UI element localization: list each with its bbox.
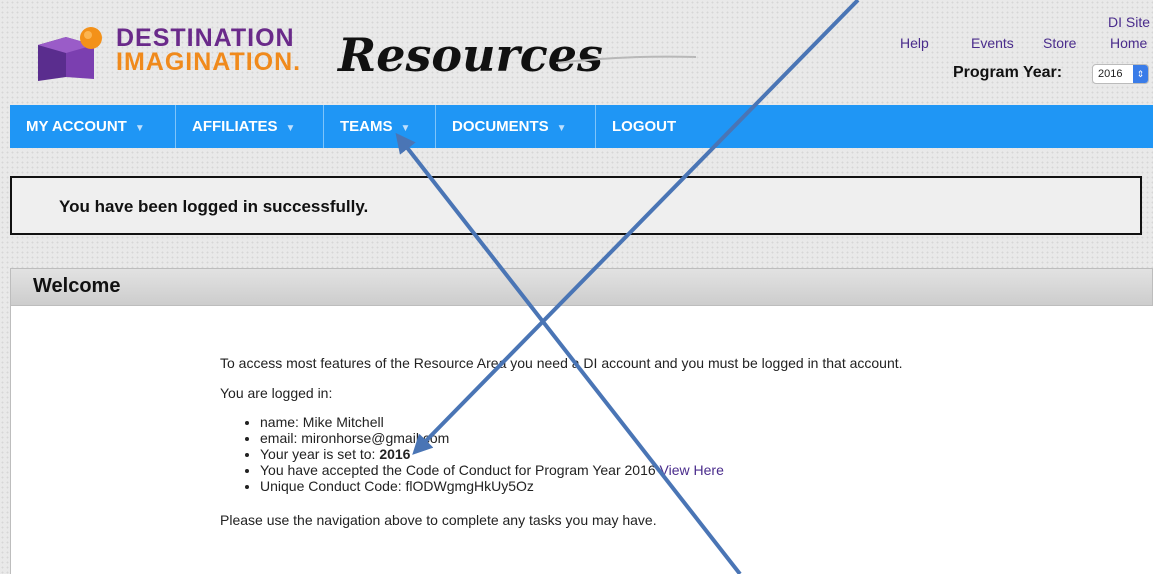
year-prefix: Your year is set to:	[260, 446, 380, 462]
program-year-label: Program Year:	[953, 64, 1063, 81]
welcome-title: Welcome	[33, 275, 121, 297]
logo-text-imagination: IMAGINATION.	[116, 48, 302, 76]
login-success-text: You have been logged in successfully.	[59, 197, 369, 216]
nav-label: TEAMS	[340, 118, 393, 135]
view-here-link[interactable]: View Here	[660, 462, 724, 478]
list-item-email: email: mironhorse@gmail.com	[260, 430, 960, 446]
welcome-content: To access most features of the Resource …	[220, 354, 960, 541]
account-details-list: name: Mike Mitchell email: mironhorse@gm…	[260, 414, 960, 494]
di-site-link[interactable]: DI Site	[1108, 14, 1150, 30]
intro-text: To access most features of the Resource …	[220, 355, 903, 371]
cube-logo-icon	[38, 27, 102, 81]
program-year-select[interactable]: 2016 ⇕	[1092, 64, 1149, 84]
nav-label: AFFILIATES	[192, 118, 278, 135]
list-item-conduct-code: Unique Conduct Code: flODWgmgHkUy5Oz	[260, 478, 960, 494]
nav-my-account[interactable]: MY ACCOUNT ▼	[10, 105, 176, 148]
select-chevron-icon: ⇕	[1133, 65, 1148, 83]
events-link[interactable]: Events	[971, 35, 1014, 51]
caret-down-icon: ▼	[285, 123, 296, 134]
welcome-panel-header: Welcome	[10, 268, 1153, 306]
main-nav: MY ACCOUNT ▼ AFFILIATES ▼ TEAMS ▼ DOCUMENTS…	[10, 105, 1153, 148]
caret-down-icon: ▼	[134, 123, 145, 134]
program-year-value: 2016	[1098, 68, 1123, 80]
nav-label: DOCUMENTS	[452, 118, 549, 135]
home-link[interactable]: Home	[1110, 35, 1147, 51]
list-item-year: Your year is set to: 2016	[260, 446, 960, 462]
year-value: 2016	[379, 446, 411, 462]
coc-text: You have accepted the Code of Conduct fo…	[260, 462, 660, 478]
caret-down-icon: ▼	[556, 123, 567, 134]
logged-in-label: You are logged in:	[220, 385, 333, 401]
nav-teams[interactable]: TEAMS ▼	[324, 105, 436, 148]
nav-label: LOGOUT	[612, 118, 677, 135]
swoosh-decoration	[556, 55, 696, 64]
caret-down-icon: ▼	[400, 123, 411, 134]
nav-label: MY ACCOUNT	[26, 118, 127, 135]
nav-affiliates[interactable]: AFFILIATES ▼	[176, 105, 324, 148]
list-item-name: name: Mike Mitchell	[260, 414, 960, 430]
login-success-message: You have been logged in successfully.	[10, 176, 1142, 235]
di-logo[interactable]: DESTINATION IMAGINATION. Resources	[36, 25, 696, 85]
nav-logout[interactable]: LOGOUT	[596, 105, 716, 148]
help-link[interactable]: Help	[900, 35, 929, 51]
footer-text: Please use the navigation above to compl…	[220, 512, 657, 528]
list-item-code-of-conduct: You have accepted the Code of Conduct fo…	[260, 462, 960, 478]
store-link[interactable]: Store	[1043, 35, 1076, 51]
nav-documents[interactable]: DOCUMENTS ▼	[436, 105, 596, 148]
